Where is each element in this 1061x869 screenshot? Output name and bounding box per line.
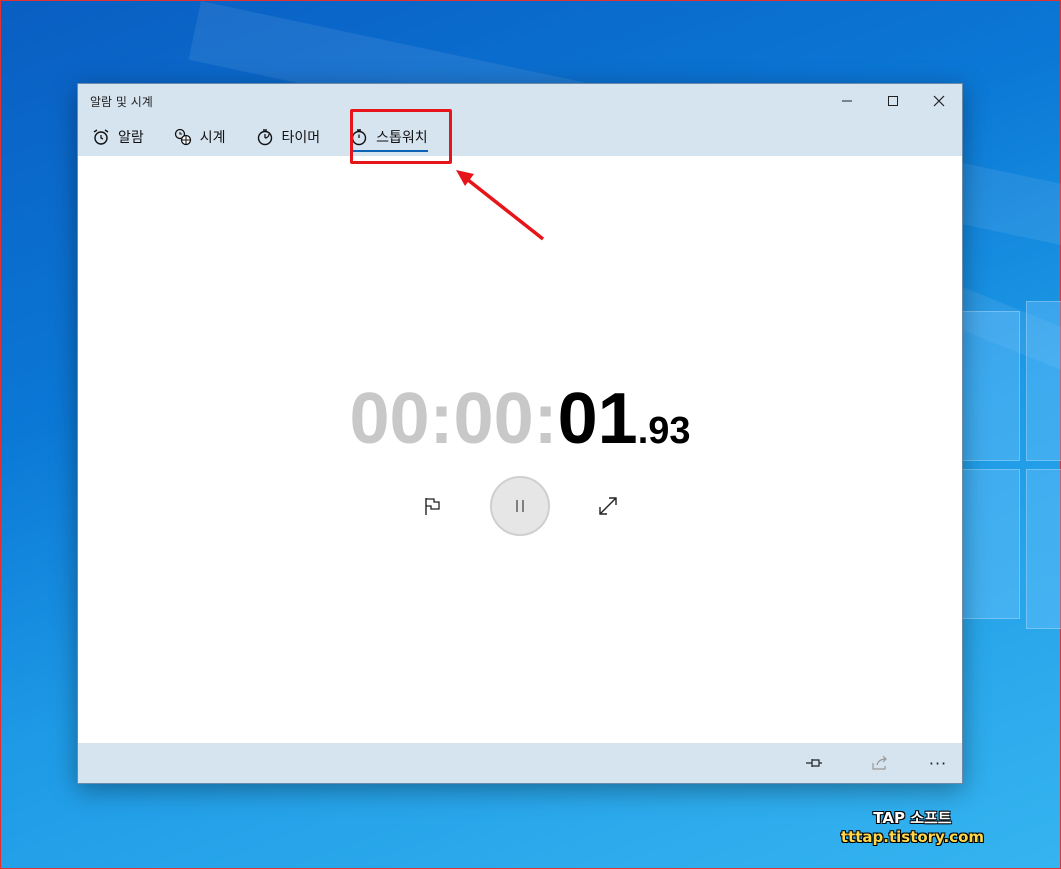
annotation-arrow bbox=[456, 170, 545, 241]
flag-icon bbox=[425, 498, 440, 515]
stopwatch-display: 00:00:01.93 bbox=[78, 378, 962, 460]
world-clock-icon bbox=[174, 128, 192, 146]
tab-alarm[interactable]: 알람 bbox=[92, 118, 144, 156]
elapsed-seconds: 01 bbox=[557, 379, 638, 459]
more-options-button[interactable]: ··· bbox=[926, 753, 950, 773]
title-bar[interactable]: 알람 및 시계 bbox=[78, 84, 962, 118]
tab-label: 시계 bbox=[199, 130, 226, 146]
tab-timer[interactable]: 타이머 bbox=[256, 118, 321, 156]
window-title: 알람 및 시계 bbox=[90, 94, 153, 109]
tab-label: 알람 bbox=[118, 130, 144, 146]
windows-logo-background bbox=[960, 301, 1061, 631]
lap-button[interactable] bbox=[412, 486, 452, 526]
minimize-button[interactable] bbox=[824, 84, 870, 118]
close-button[interactable] bbox=[916, 84, 962, 118]
expand-icon bbox=[599, 497, 617, 515]
watermark-line2: tttap.tistory.com bbox=[840, 828, 984, 846]
maximize-button[interactable] bbox=[870, 84, 916, 118]
elapsed-hours-minutes: 00:00: bbox=[349, 379, 558, 459]
tab-label: 타이머 bbox=[281, 130, 321, 146]
share-button[interactable] bbox=[868, 753, 892, 773]
elapsed-milliseconds: .93 bbox=[637, 410, 691, 452]
share-icon bbox=[872, 755, 887, 770]
watermark: TAP 소프트 tttap.tistory.com bbox=[841, 807, 984, 846]
pin-icon bbox=[806, 759, 822, 767]
close-icon bbox=[933, 95, 945, 107]
tab-world-clock[interactable]: 시계 bbox=[174, 118, 226, 156]
expand-button[interactable] bbox=[588, 486, 628, 526]
alarms-clock-window: 알람 및 시계 알람 시계 타이머 스톱워치 00:00:01.93 ··· bbox=[77, 83, 963, 784]
minimize-icon bbox=[842, 100, 852, 102]
pause-icon bbox=[516, 500, 524, 512]
window-controls bbox=[824, 84, 962, 118]
tab-bar: 알람 시계 타이머 스톱워치 bbox=[78, 118, 962, 156]
pin-button[interactable] bbox=[802, 753, 826, 773]
command-bar: ··· bbox=[78, 743, 962, 783]
watermark-line1: TAP 소프트 bbox=[873, 809, 952, 827]
alarm-clock-icon bbox=[92, 128, 110, 146]
timer-icon bbox=[256, 128, 274, 146]
pause-button[interactable] bbox=[490, 476, 550, 536]
stopwatch-controls bbox=[78, 476, 962, 536]
stopwatch-tab-highlight bbox=[350, 109, 452, 164]
stopwatch-page: 00:00:01.93 bbox=[78, 156, 962, 743]
maximize-icon bbox=[888, 96, 898, 106]
